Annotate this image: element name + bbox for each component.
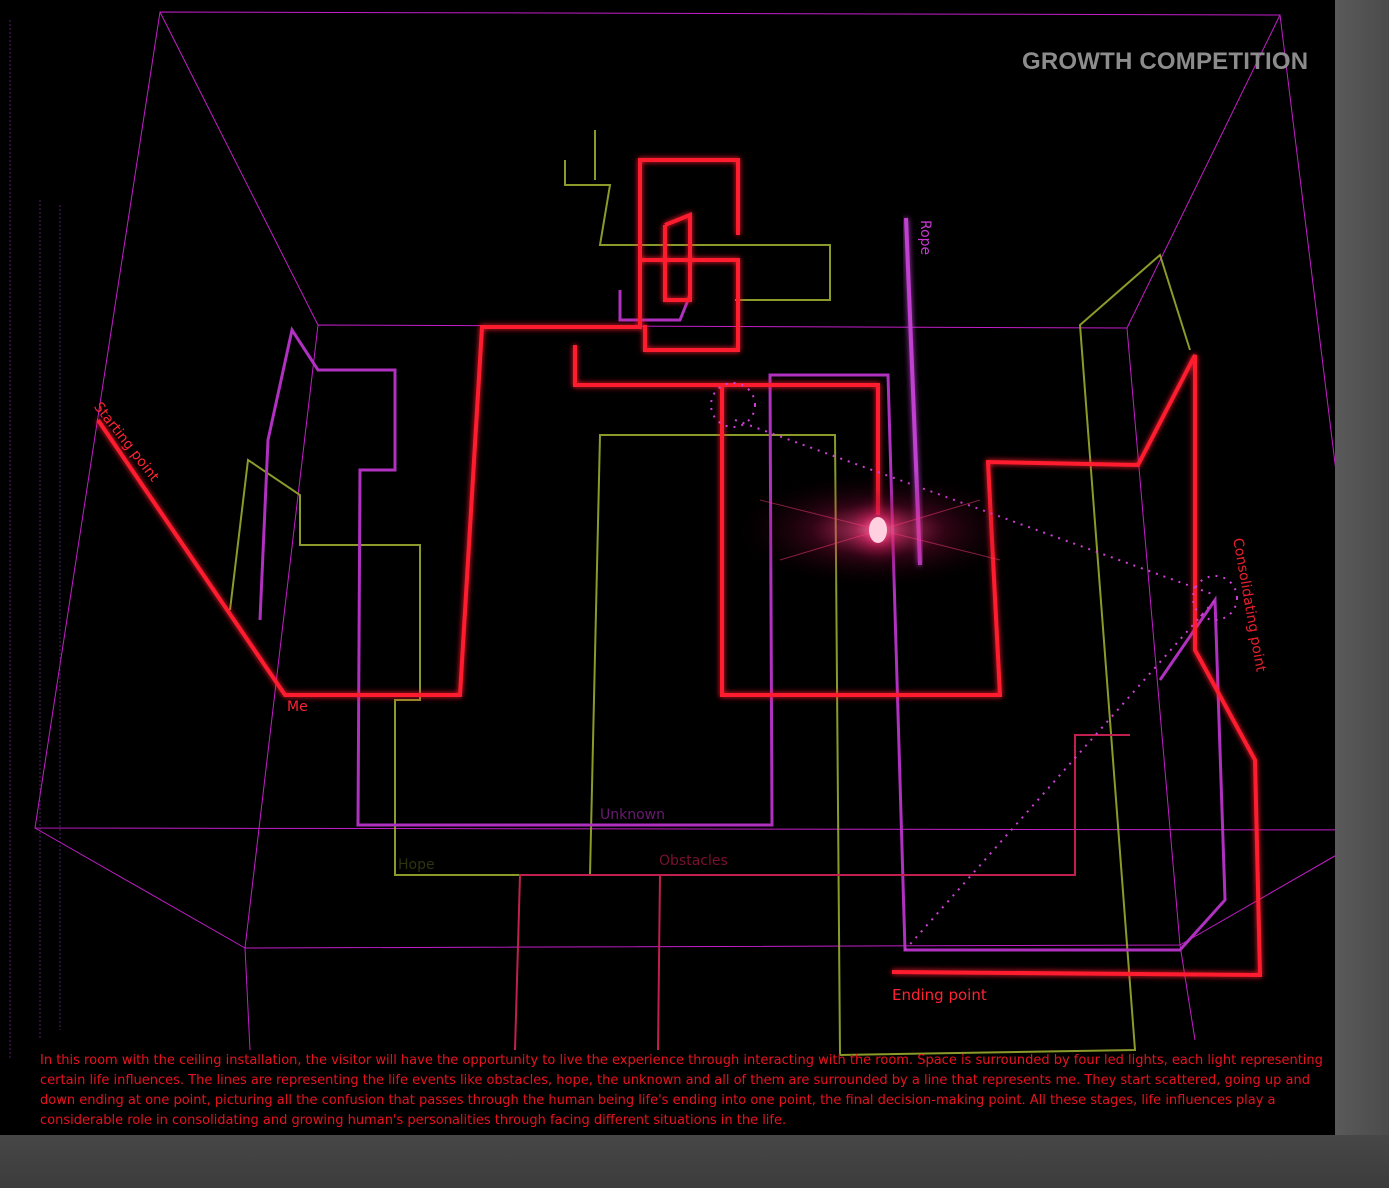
label-obstacles: Obstacles <box>659 853 728 869</box>
room-diagram <box>9 11 1335 1060</box>
bulb-icon <box>728 470 1028 590</box>
label-ending-point: Ending point <box>892 986 987 1004</box>
diagram-canvas: GROWTH COMPETITION Starting point Me Rop… <box>0 0 1335 1135</box>
page-title: GROWTH COMPETITION <box>1022 48 1309 75</box>
right-frame <box>1335 0 1389 1188</box>
description-text: In this room with the ceiling installati… <box>40 1053 1323 1128</box>
left-ghost-lines <box>9 20 61 1060</box>
unknown-line <box>258 290 1227 952</box>
label-me: Me <box>287 699 308 715</box>
label-rope: Rope <box>917 220 933 256</box>
hope-line <box>229 130 1191 1057</box>
obstacles-line <box>514 734 1130 1051</box>
dotted-guides <box>710 382 1238 951</box>
room-wireframe <box>34 11 1335 1051</box>
label-hope: Hope <box>398 857 435 873</box>
bottom-frame <box>0 1135 1389 1188</box>
label-unknown: Unknown <box>600 807 665 823</box>
